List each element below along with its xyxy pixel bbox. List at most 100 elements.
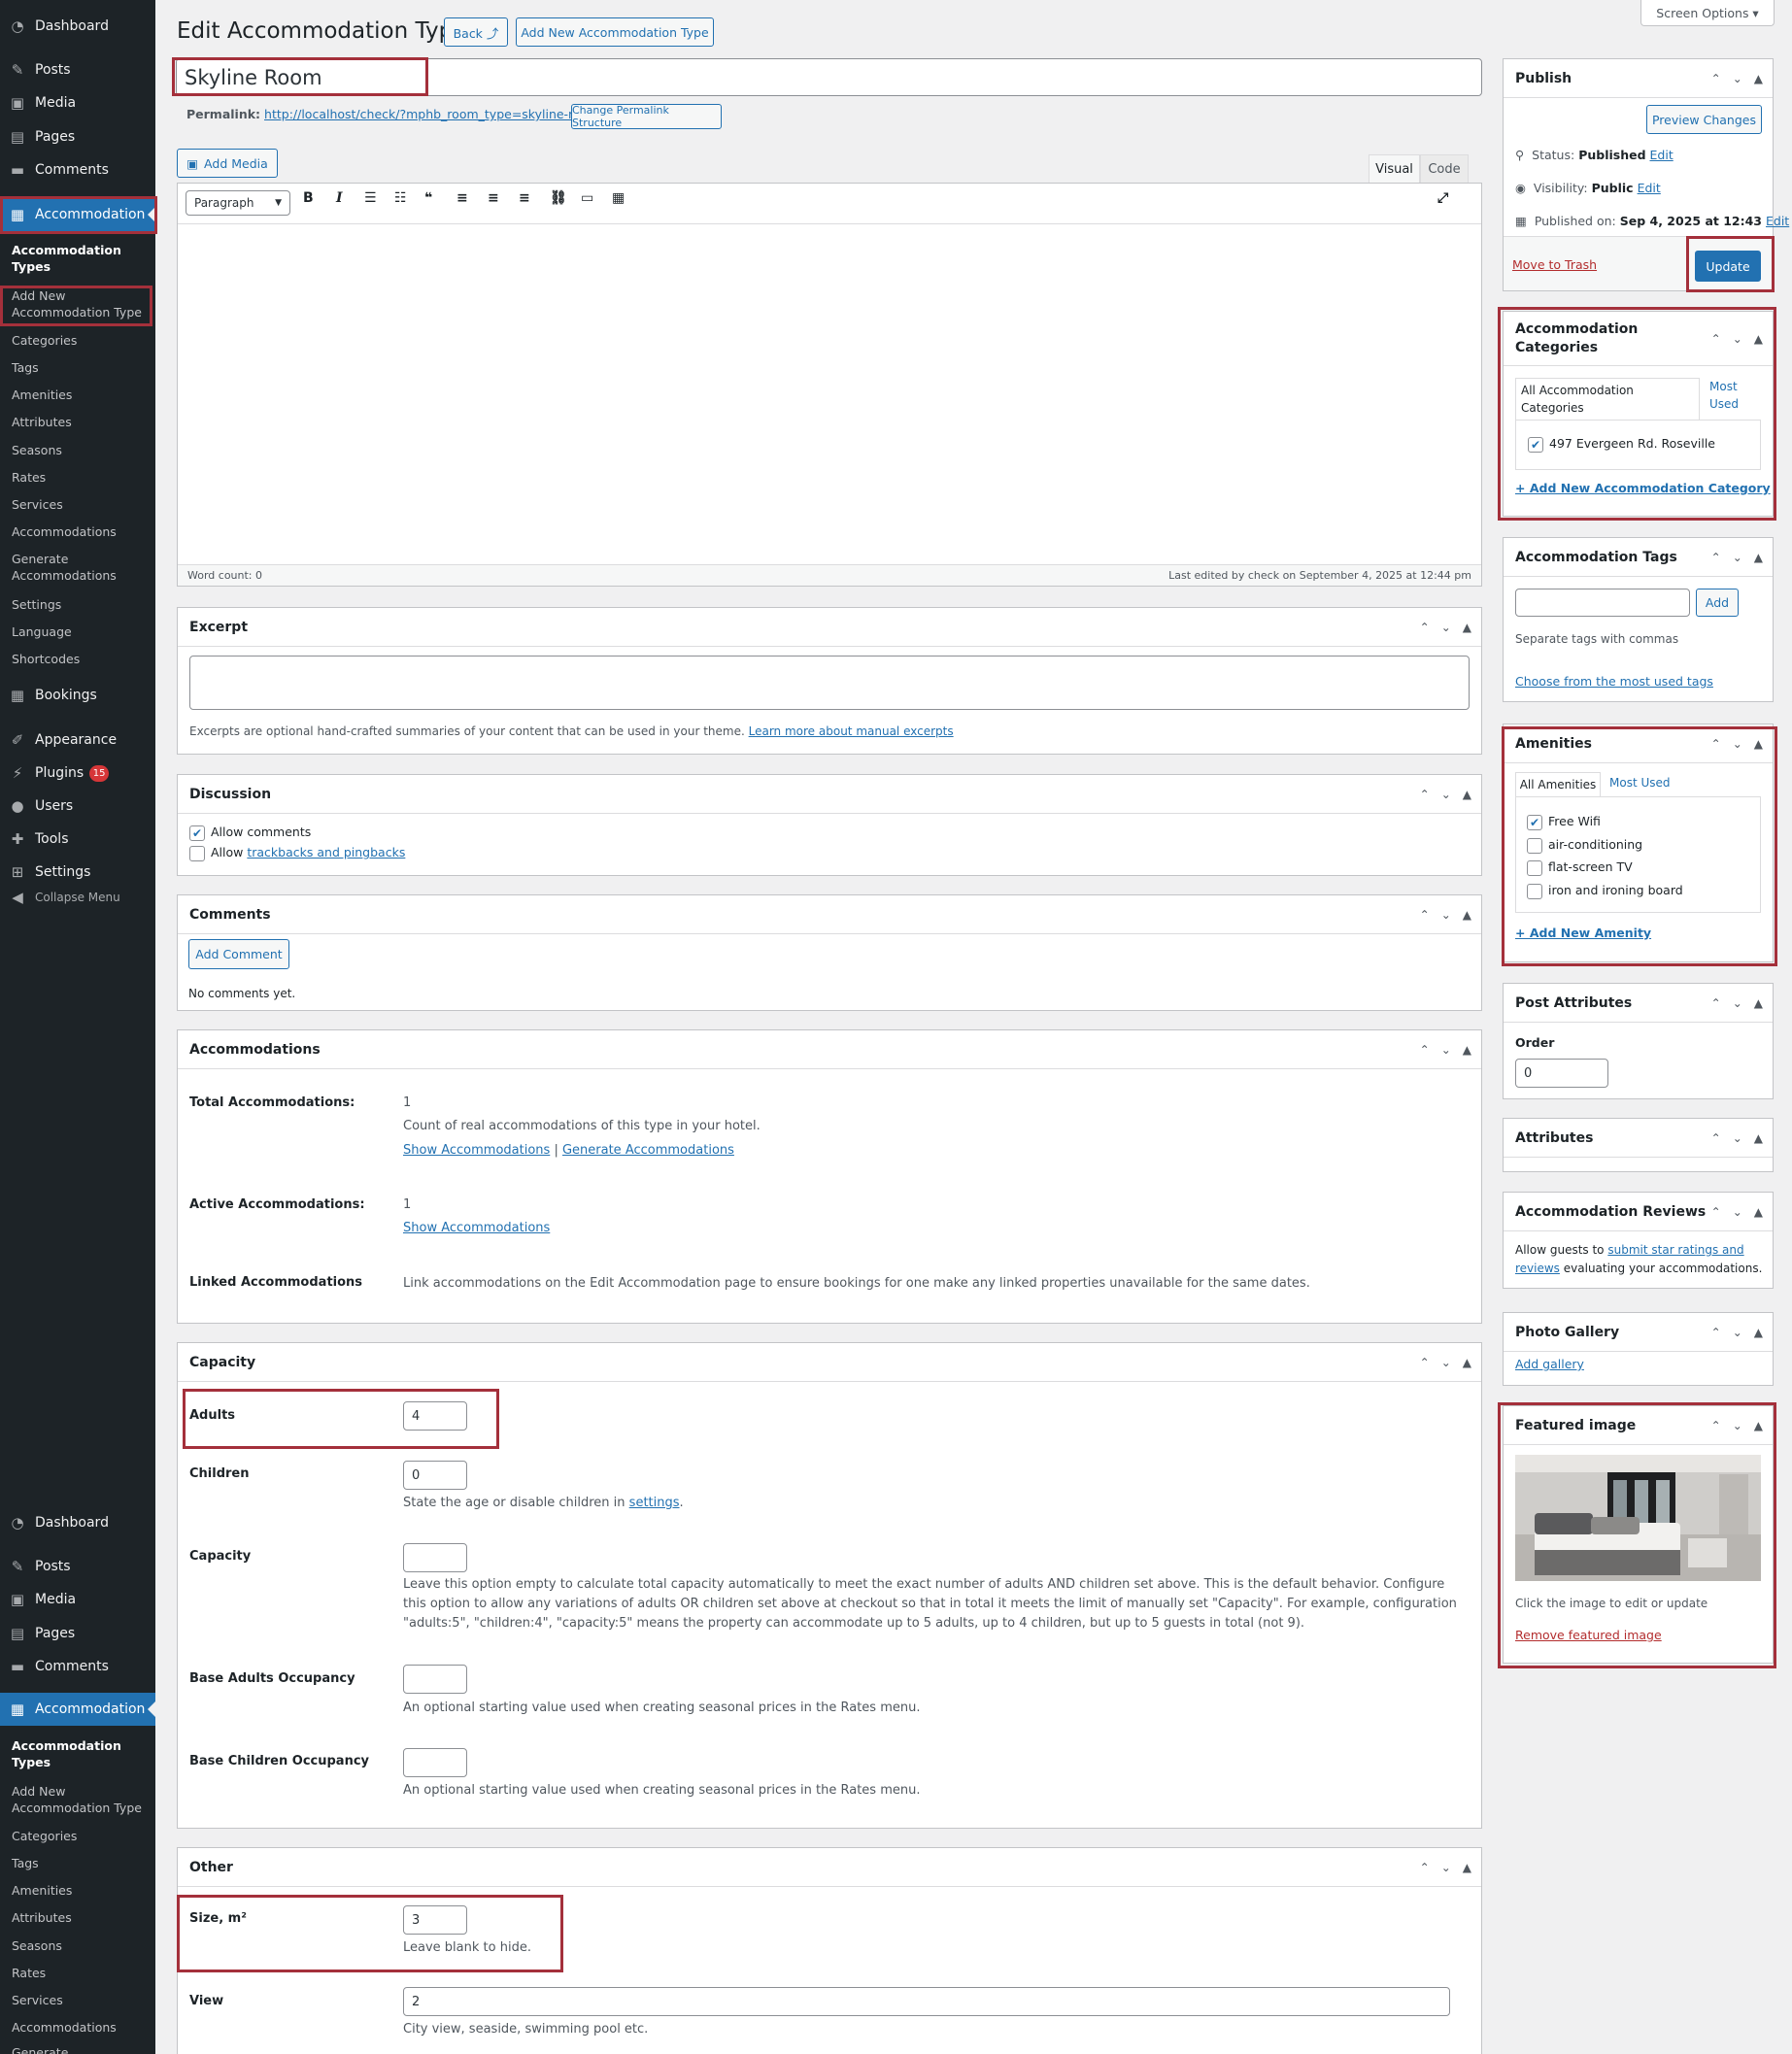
generate-accommodations-link[interactable]: Generate Accommodations (562, 1143, 734, 1158)
italic-icon[interactable]: I (336, 190, 343, 206)
excerpt-textarea[interactable] (189, 656, 1470, 710)
submenu-accommodations-repeat[interactable]: Accommodations (0, 2019, 155, 2036)
blockquote-icon[interactable]: ❝ (424, 190, 432, 206)
chevron-up-icon[interactable]: ⌃ (1420, 1861, 1430, 1874)
submenu-seasons[interactable]: Seasons (0, 442, 155, 458)
menu-settings[interactable]: ⊞ Settings (0, 856, 155, 889)
submenu-rates-repeat[interactable]: Rates (0, 1965, 155, 1981)
chevron-up-icon[interactable]: ⌃ (1711, 1205, 1721, 1219)
tab-all-amenities[interactable]: All Amenities (1515, 772, 1601, 796)
menu-dashboard[interactable]: ◔ Dashboard (0, 10, 155, 43)
children-input[interactable]: 0 (403, 1461, 467, 1490)
children-settings-link[interactable]: settings (629, 1496, 680, 1510)
chevron-up-icon[interactable]: ⌃ (1711, 72, 1721, 85)
content-editor[interactable]: Paragraph ▼ Word count: 0 Last edited by c… (177, 183, 1482, 587)
featured-image-thumbnail[interactable] (1515, 1455, 1761, 1581)
menu-posts-repeat[interactable]: ✎ Posts (0, 1550, 155, 1583)
show-active-accommodations-link[interactable]: Show Accommodations (403, 1221, 550, 1235)
chevron-up-icon[interactable]: ⌃ (1420, 788, 1430, 801)
show-accommodations-link[interactable]: Show Accommodations (403, 1143, 550, 1158)
amenity-checkbox[interactable]: ✔ (1527, 814, 1542, 830)
submenu-add-new[interactable]: Add New Accommodation Type (0, 287, 155, 320)
submenu-attributes[interactable]: Attributes (0, 414, 155, 430)
submenu-seasons-repeat[interactable]: Seasons (0, 1937, 155, 1954)
chevron-down-icon[interactable]: ⌄ (1733, 737, 1742, 751)
adults-input[interactable]: 4 (403, 1401, 467, 1431)
submenu-accommodations[interactable]: Accommodations (0, 523, 155, 540)
chevron-down-icon[interactable]: ⌄ (1733, 551, 1742, 564)
submenu-services-repeat[interactable]: Services (0, 1992, 155, 2008)
chevron-down-icon[interactable]: ⌄ (1733, 1131, 1742, 1145)
tab-all-categories[interactable]: All Accommodation Categories (1515, 378, 1700, 420)
allow-trackbacks-checkbox[interactable] (189, 845, 205, 861)
menu-pages[interactable]: ▤ Pages (0, 120, 155, 153)
choose-tags-link[interactable]: Choose from the most used tags (1515, 674, 1713, 689)
toggle-panel-icon[interactable]: ▲ (1463, 788, 1471, 801)
chevron-up-icon[interactable]: ⌃ (1711, 1419, 1721, 1432)
bullet-list-icon[interactable]: ☰ (364, 190, 377, 206)
submenu-amenities[interactable]: Amenities (0, 387, 155, 403)
menu-collapse[interactable]: ◀ Collapse Menu (0, 889, 155, 906)
chevron-down-icon[interactable]: ⌄ (1441, 788, 1451, 801)
add-new-amenity-link[interactable]: + Add New Amenity (1515, 926, 1651, 940)
change-permalink-button[interactable]: Change Permalink Structure (571, 104, 722, 129)
align-center-icon[interactable]: ≡ (488, 190, 499, 206)
chevron-up-icon[interactable]: ⌃ (1420, 1356, 1430, 1369)
amenity-checkbox[interactable] (1527, 883, 1542, 899)
amenity-checkbox[interactable] (1527, 859, 1542, 876)
menu-accommodation-repeat[interactable]: ▦ Accommodation (0, 1693, 155, 1726)
chevron-up-icon[interactable]: ⌃ (1711, 1326, 1721, 1339)
edit-visibility-link[interactable]: Edit (1638, 181, 1661, 195)
order-input[interactable]: 0 (1515, 1059, 1608, 1088)
chevron-up-icon[interactable]: ⌃ (1711, 996, 1721, 1010)
add-tag-button[interactable]: Add (1696, 589, 1739, 617)
submenu-tags[interactable]: Tags (0, 359, 155, 376)
tab-most-used-categories[interactable]: Most Used (1709, 378, 1758, 413)
menu-comments-repeat[interactable]: ▬ Comments (0, 1650, 155, 1683)
toggle-panel-icon[interactable]: ▲ (1754, 1205, 1763, 1219)
preview-changes-button[interactable]: Preview Changes (1646, 105, 1762, 134)
chevron-down-icon[interactable]: ⌄ (1441, 908, 1451, 922)
chevron-down-icon[interactable]: ⌄ (1441, 1043, 1451, 1057)
submenu-settings[interactable]: Settings (0, 596, 155, 613)
tab-visual[interactable]: Visual (1369, 154, 1420, 183)
chevron-up-icon[interactable]: ⌃ (1711, 1131, 1721, 1145)
toggle-panel-icon[interactable]: ▲ (1754, 1419, 1763, 1432)
chevron-down-icon[interactable]: ⌄ (1733, 1326, 1742, 1339)
update-button[interactable]: Update (1695, 251, 1761, 282)
menu-media-repeat[interactable]: ▣ Media (0, 1583, 155, 1616)
edit-date-link[interactable]: Edit (1766, 214, 1789, 228)
toggle-panel-icon[interactable]: ▲ (1754, 737, 1763, 751)
chevron-up-icon[interactable]: ⌃ (1711, 330, 1721, 349)
menu-appearance[interactable]: ✐ Appearance (0, 724, 155, 757)
trackbacks-link[interactable]: trackbacks and pingbacks (247, 845, 405, 859)
add-new-category-link[interactable]: + Add New Accommodation Category (1515, 481, 1771, 495)
size-input[interactable]: 3 (403, 1905, 467, 1935)
remove-featured-image-link[interactable]: Remove featured image (1515, 1628, 1662, 1642)
amenity-checkbox[interactable] (1527, 837, 1542, 854)
new-tag-input[interactable] (1515, 589, 1690, 617)
format-select[interactable]: Paragraph ▼ (186, 190, 290, 216)
toggle-panel-icon[interactable]: ▲ (1463, 1356, 1471, 1369)
chevron-down-icon[interactable]: ⌄ (1733, 996, 1742, 1010)
submenu-attributes-repeat[interactable]: Attributes (0, 1909, 155, 1926)
submenu-categories[interactable]: Categories (0, 332, 155, 349)
toggle-panel-icon[interactable]: ▲ (1463, 908, 1471, 922)
submenu-add-new-repeat[interactable]: Add New Accommodation Type (0, 1783, 155, 1816)
chevron-down-icon[interactable]: ⌄ (1733, 330, 1742, 349)
screen-options-toggle[interactable]: Screen Options ▾ (1640, 0, 1775, 26)
add-new-type-button[interactable]: Add New Accommodation Type (516, 17, 714, 47)
permalink-link[interactable]: http://localhost/check/?mphb_room_type=s… (264, 107, 599, 121)
submenu-rates[interactable]: Rates (0, 469, 155, 486)
back-button[interactable]: Back ⤴ (444, 17, 508, 47)
toggle-panel-icon[interactable]: ▲ (1754, 72, 1763, 85)
submenu-shortcodes[interactable]: Shortcodes (0, 651, 155, 667)
view-input[interactable]: 2 (403, 1987, 1450, 2016)
menu-pages-repeat[interactable]: ▤ Pages (0, 1617, 155, 1650)
submenu-tags-repeat[interactable]: Tags (0, 1855, 155, 1871)
tab-code[interactable]: Code (1420, 154, 1469, 183)
toggle-panel-icon[interactable]: ▲ (1754, 330, 1763, 349)
chevron-up-icon[interactable]: ⌃ (1711, 551, 1721, 564)
toggle-panel-icon[interactable]: ▲ (1754, 1131, 1763, 1145)
move-to-trash-link[interactable]: Move to Trash (1512, 257, 1597, 272)
